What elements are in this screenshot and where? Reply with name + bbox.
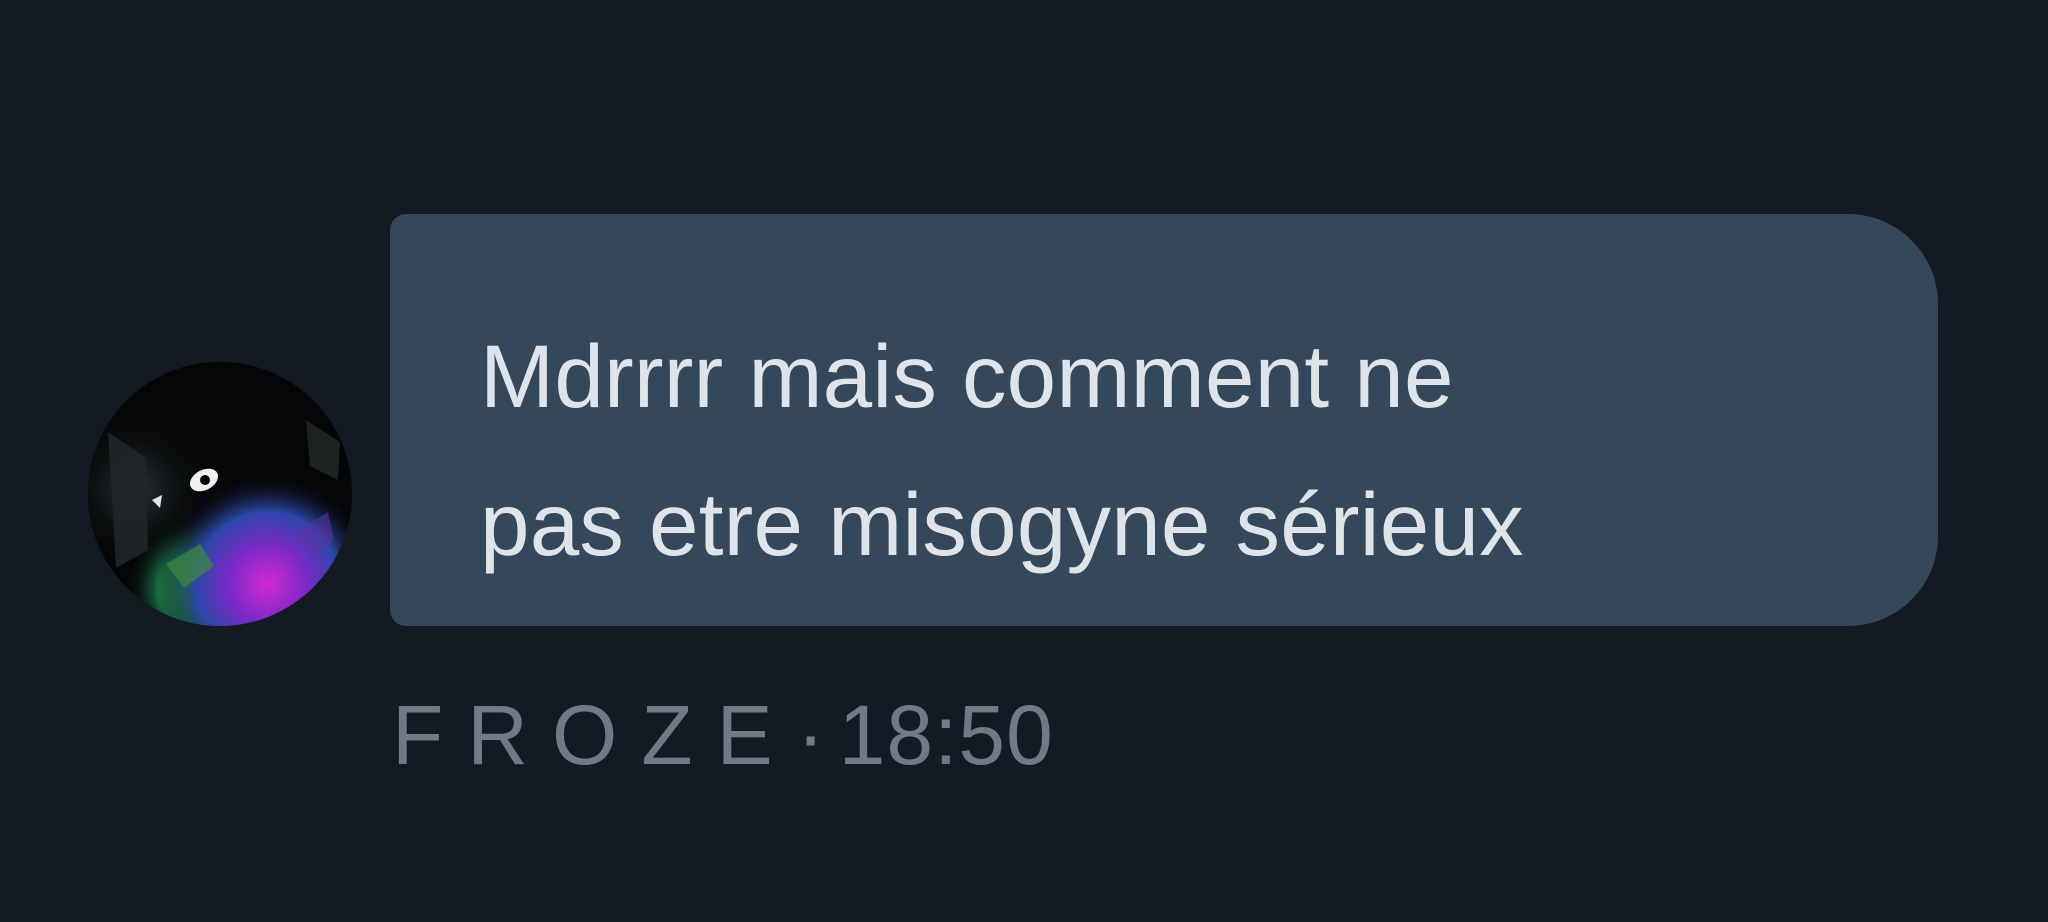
meta-separator: · xyxy=(796,687,825,782)
message-timestamp: 18:50 xyxy=(838,687,1054,782)
author-name[interactable]: FROZE xyxy=(392,687,797,784)
message-text: Mdrrrr mais comment ne pas etre misogyne… xyxy=(480,326,1524,574)
avatar-image-icon xyxy=(88,362,352,626)
message-bubble[interactable]: Mdrrrr mais comment ne pas etre misogyne… xyxy=(390,214,1938,626)
message-meta: FROZE · 18:50 xyxy=(392,680,1054,790)
avatar[interactable] xyxy=(88,362,352,626)
